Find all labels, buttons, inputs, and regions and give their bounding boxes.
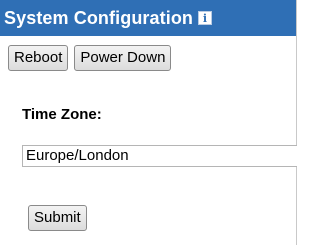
info-icon[interactable]: i xyxy=(198,11,213,25)
system-config-panel: System Configuration i Reboot Power Down… xyxy=(0,0,297,245)
timezone-select[interactable]: Europe/London xyxy=(22,145,297,167)
panel-header: System Configuration i xyxy=(0,0,296,36)
timezone-label: Time Zone: xyxy=(22,106,102,123)
power-down-button[interactable]: Power Down xyxy=(74,45,172,71)
timezone-value: Europe/London xyxy=(26,147,129,164)
action-toolbar: Reboot Power Down xyxy=(8,45,172,71)
panel-title: System Configuration xyxy=(4,7,194,28)
submit-button[interactable]: Submit xyxy=(28,205,87,231)
reboot-button[interactable]: Reboot xyxy=(8,45,69,71)
